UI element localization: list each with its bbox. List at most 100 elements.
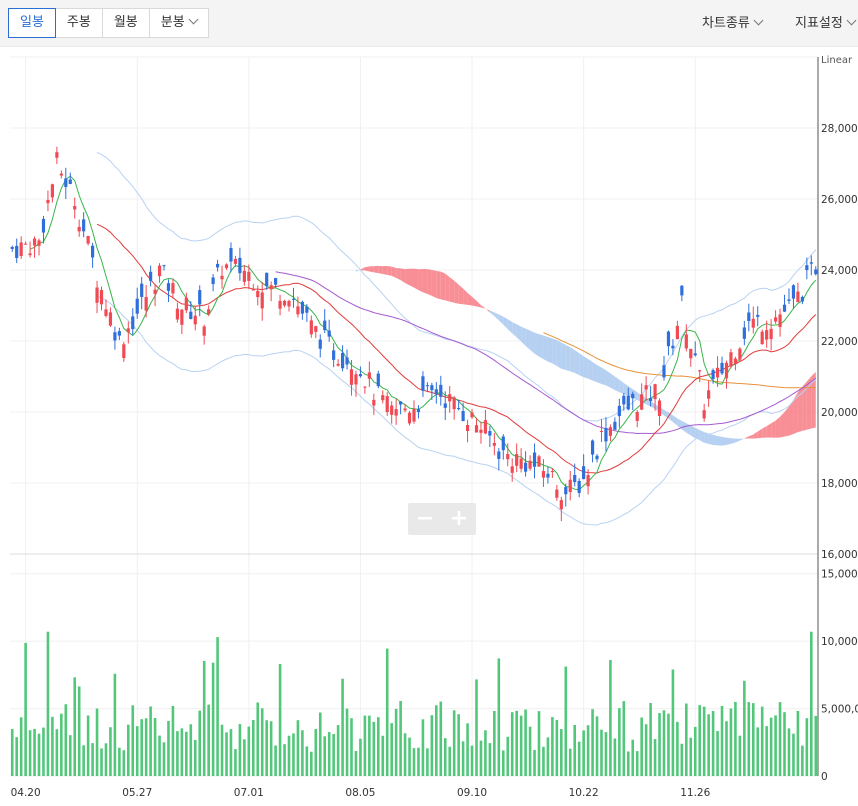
candle-body [287, 300, 291, 307]
volume-bar [613, 738, 617, 776]
volume-bar [46, 631, 50, 776]
volume-bar [126, 724, 130, 776]
volume-bar [135, 726, 139, 776]
ichimoku-cloud-segment [364, 266, 370, 272]
candle-body [296, 306, 300, 315]
tab-minute[interactable]: 분봉 [150, 9, 208, 37]
price-tick-label: 18,000 [821, 478, 858, 490]
candle-body [751, 318, 755, 328]
ichimoku-cloud-segment [445, 273, 450, 302]
stock-chart[interactable]: Linear 16,000 18,000 20,000 22,000 24,000 26,0… [0, 47, 858, 806]
ichimoku-cloud-segment [690, 425, 696, 439]
ichimoku-cloud-segment [601, 367, 606, 386]
ichimoku-cloud-segment [387, 265, 392, 276]
candle-body [135, 298, 139, 314]
volume-bar [363, 715, 367, 776]
ichimoku-cloud-segment [391, 266, 397, 278]
candle-body [506, 454, 510, 460]
candle-body [10, 246, 14, 249]
volume-bar [430, 715, 434, 776]
x-tick-label: 08.05 [345, 787, 375, 799]
price-tick-label: 26,000 [821, 194, 858, 206]
candle-body [300, 301, 304, 314]
candle-body [407, 412, 412, 424]
volume-bar [385, 648, 389, 776]
x-tick-label: 04.20 [11, 787, 41, 799]
candle-body [595, 455, 599, 460]
candle-body [68, 179, 72, 184]
candle-body [577, 480, 581, 493]
candle-body [733, 358, 738, 364]
volume-bar [667, 713, 670, 776]
ichimoku-cloud-segment [507, 319, 513, 334]
ichimoku-cloud-segment [458, 284, 464, 305]
candle-body [765, 330, 769, 340]
volume-bar [278, 663, 282, 776]
tab-monthly[interactable]: 월봉 [103, 9, 150, 37]
candle-body [617, 405, 621, 417]
volume-bar [751, 703, 755, 776]
ichimoku-cloud-segment [516, 324, 522, 342]
candle-body [265, 272, 269, 287]
zoom-in-button[interactable]: + [442, 503, 476, 535]
ichimoku-cloud-segment [592, 361, 598, 383]
volume-bar [109, 727, 112, 776]
ichimoku-cloud-segment [597, 364, 602, 385]
volume-bar [676, 721, 679, 776]
volume-bar [336, 725, 340, 776]
candle-body [680, 285, 684, 296]
ichimoku-cloud-segment [775, 416, 781, 438]
volume-bar [269, 721, 273, 776]
candle-body [37, 240, 41, 246]
indicator-settings-menu[interactable]: 지표설정 [795, 12, 857, 31]
price-tick-label: 28,000 [821, 123, 858, 135]
candle-body [666, 331, 671, 347]
candle-body [345, 357, 349, 365]
volume-bar [743, 680, 746, 776]
candle-body [707, 390, 711, 399]
ichimoku-cloud-segment [730, 438, 736, 444]
volume-bar [238, 724, 242, 776]
volume-bar [51, 716, 54, 776]
candle-body [537, 456, 541, 467]
volume-tick-label: 15,000,000 [821, 569, 858, 581]
volume-bar [707, 714, 710, 776]
volume-bar [698, 705, 702, 776]
volume-bar [10, 729, 14, 776]
candle-body [564, 487, 568, 495]
volume-bar [466, 723, 469, 776]
candle-body [729, 352, 733, 367]
price-tick-label: 22,000 [821, 336, 858, 348]
tab-daily[interactable]: 일봉 [8, 8, 56, 38]
ichimoku-cloud-segment [619, 379, 624, 395]
ichimoku-cloud-segment [708, 433, 714, 445]
volume-bar [435, 705, 438, 776]
candle-body [586, 475, 590, 487]
volume-bar [296, 720, 300, 776]
ichimoku-cloud-segment [650, 401, 656, 409]
volume-bar [153, 717, 157, 776]
volume-bar [555, 719, 559, 776]
zoom-out-button[interactable]: − [408, 503, 442, 535]
candle-body [724, 362, 729, 379]
candle-body [32, 238, 37, 246]
volume-bar [225, 732, 228, 776]
volume-bar [417, 747, 420, 776]
ichimoku-cloud-segment [472, 296, 477, 307]
candle-body [403, 408, 407, 411]
ichimoku-cloud-segment [561, 342, 566, 371]
candle-body [461, 410, 465, 422]
candle-body [443, 403, 447, 408]
chart-type-menu[interactable]: 차트종류 [702, 12, 764, 31]
candle-body [483, 420, 488, 434]
ichimoku-cloud-segment [704, 431, 709, 444]
volume-bar [408, 737, 411, 776]
candle-body [336, 363, 340, 366]
ichimoku-cloud-segment [717, 436, 723, 446]
volume-bar [461, 741, 465, 776]
candle-body [332, 350, 336, 360]
tab-weekly[interactable]: 주봉 [56, 9, 103, 37]
ichimoku-cloud-segment [672, 415, 678, 426]
volume-bar [229, 729, 233, 776]
chevron-down-icon [753, 15, 764, 26]
